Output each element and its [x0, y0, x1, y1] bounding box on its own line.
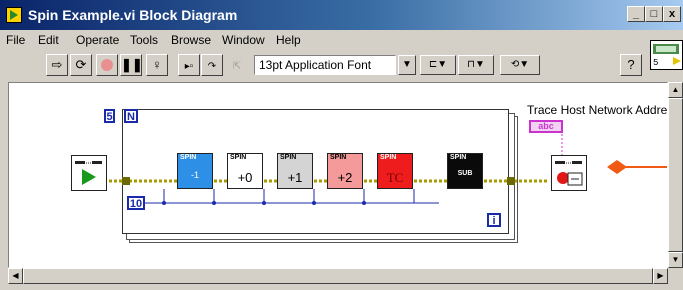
- output-tunnel[interactable]: [507, 177, 515, 185]
- menu-help[interactable]: Help: [276, 33, 301, 47]
- menu-browse[interactable]: Browse: [171, 33, 211, 47]
- distribute-icon: ⊓▼: [467, 59, 485, 70]
- run-continuously-button[interactable]: ⟳: [70, 54, 92, 76]
- scroll-down-button[interactable]: ▼: [668, 252, 683, 268]
- menu-tools[interactable]: Tools: [130, 33, 158, 47]
- align-icon: ⊏▼: [428, 59, 448, 70]
- minimize-button[interactable]: _: [627, 6, 645, 22]
- string-constant[interactable]: abc: [529, 120, 563, 133]
- loop-iteration-terminal: i: [487, 213, 501, 227]
- step-into-button[interactable]: ▸▫: [178, 54, 200, 76]
- menu-bar: File Edit Operate Tools Browse Window He…: [0, 30, 683, 50]
- font-dropdown-arrow[interactable]: ▼: [398, 55, 416, 75]
- string-constant-text: abc: [538, 121, 554, 131]
- stop-icon: [101, 59, 113, 71]
- vi-connector-icon[interactable]: 5: [650, 40, 683, 70]
- context-help-button[interactable]: ?: [620, 54, 642, 76]
- numeric-constant[interactable]: 10: [127, 196, 145, 210]
- spin-block-tc[interactable]: SPIN TC: [377, 153, 413, 189]
- pause-button[interactable]: ❚❚: [120, 54, 143, 76]
- menu-operate[interactable]: Operate: [76, 33, 119, 47]
- spin-block-minus1[interactable]: SPIN -1: [177, 153, 213, 189]
- step-out-button[interactable]: ⇱: [226, 54, 248, 76]
- loop-count-terminal[interactable]: N: [124, 109, 138, 123]
- spin-value: -1: [190, 170, 199, 180]
- spin-label: SPIN: [280, 154, 297, 161]
- abort-button[interactable]: [96, 54, 118, 76]
- scroll-left-button[interactable]: ◀: [8, 268, 23, 284]
- trace-host-subvi[interactable]: [551, 155, 587, 191]
- reorder-button[interactable]: ⟲▼: [500, 55, 540, 75]
- step-out-icon: ⇱: [232, 61, 242, 72]
- align-objects-button[interactable]: ⊏▼: [420, 55, 456, 75]
- labview-app-icon: [6, 7, 22, 23]
- spin-label: SPIN: [450, 154, 467, 161]
- start-subvi[interactable]: [71, 155, 107, 191]
- spin-label: SPIN: [380, 154, 397, 161]
- menu-file[interactable]: File: [6, 33, 25, 47]
- spin-value: TC: [386, 170, 404, 185]
- lightbulb-icon: ♀: [152, 57, 162, 72]
- step-into-icon: ▸▫: [184, 61, 194, 72]
- spin-block-plus0[interactable]: SPIN +0: [227, 153, 263, 189]
- spin-value: +1: [287, 170, 303, 185]
- spin-value: SUB: [457, 170, 473, 177]
- menu-edit[interactable]: Edit: [38, 33, 59, 47]
- spin-label: SPIN: [330, 154, 347, 161]
- trace-subvi-icon: [555, 161, 583, 186]
- spin-block-sub[interactable]: SPIN SUB: [447, 153, 483, 189]
- highlight-execution-button[interactable]: ♀: [146, 54, 168, 76]
- horizontal-scroll-thumb[interactable]: [23, 268, 653, 284]
- spin-value: +2: [337, 170, 353, 185]
- step-over-button[interactable]: ↷: [201, 54, 223, 76]
- vi-icon-label: 5: [653, 58, 659, 68]
- spin-block-plus1[interactable]: SPIN +1: [277, 153, 313, 189]
- window-title: Spin Example.vi Block Diagram: [28, 7, 238, 23]
- close-button[interactable]: x: [663, 6, 681, 22]
- menu-window[interactable]: Window: [222, 33, 265, 47]
- toolbar: ⇨ ⟳ ❚❚ ♀ ▸▫ ↷ ⇱ 13pt Application Font ▼ …: [0, 50, 683, 80]
- scroll-up-button[interactable]: ▲: [668, 82, 683, 98]
- horizontal-scrollbar[interactable]: ◀ ▶: [8, 268, 668, 284]
- distribute-objects-button[interactable]: ⊓▼: [458, 55, 494, 75]
- title-bar[interactable]: Spin Example.vi Block Diagram _ □ x: [0, 0, 683, 30]
- vertical-scroll-thumb[interactable]: [668, 98, 683, 252]
- scroll-right-button[interactable]: ▶: [653, 268, 668, 284]
- spin-label: SPIN: [180, 154, 197, 161]
- font-select[interactable]: 13pt Application Font: [254, 55, 396, 75]
- spin-block-plus2[interactable]: SPIN +2: [327, 153, 363, 189]
- annotation-arrow-icon: [607, 160, 627, 174]
- spin-label: SPIN: [230, 154, 247, 161]
- pause-icon: ❚❚: [121, 57, 143, 72]
- input-tunnel[interactable]: [122, 177, 130, 185]
- step-over-icon: ↷: [207, 61, 217, 72]
- trace-host-label: Trace Host Network Addre: [527, 103, 668, 117]
- start-subvi-icon: [75, 161, 102, 185]
- reorder-icon: ⟲▼: [510, 59, 530, 70]
- vertical-scrollbar[interactable]: ▲ ▼: [668, 82, 683, 268]
- block-diagram-window: Spin Example.vi Block Diagram _ □ x File…: [0, 0, 683, 290]
- loop-count-constant[interactable]: 5: [104, 109, 115, 123]
- maximize-button[interactable]: □: [645, 6, 663, 22]
- block-diagram-canvas[interactable]: 5 N 10 i SPIN -1 SPIN +0 SPIN +1 SPIN +2…: [8, 82, 668, 268]
- run-arrow-button[interactable]: ⇨: [46, 54, 68, 76]
- spin-value: +0: [237, 170, 253, 185]
